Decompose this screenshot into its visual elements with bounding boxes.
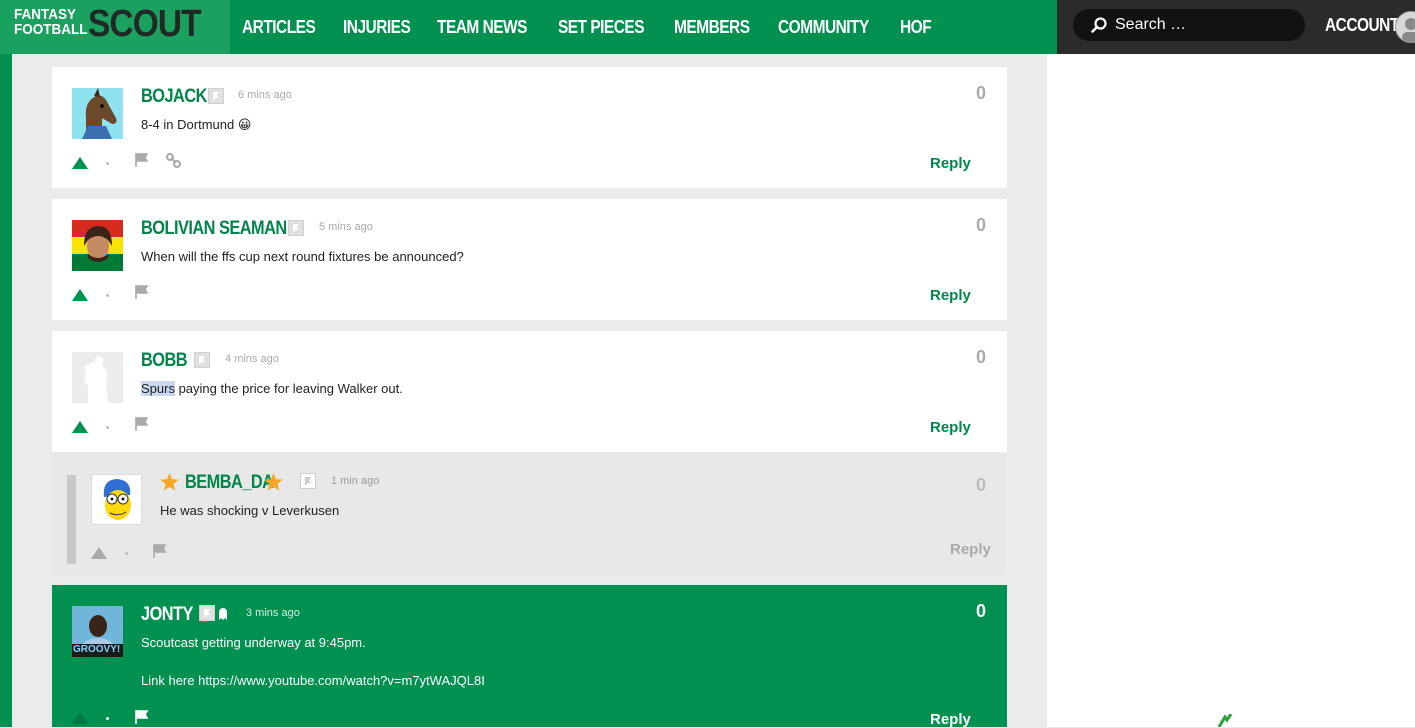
flag-icon[interactable] <box>135 285 151 299</box>
member-badge-icon <box>288 220 304 236</box>
comment-time: 6 mins ago <box>238 89 292 101</box>
upvote-icon[interactable] <box>72 421 88 433</box>
separator-dot <box>125 552 128 555</box>
comment-score: 0 <box>976 83 987 103</box>
comment-time: 5 mins ago <box>319 221 373 233</box>
flag-icon[interactable] <box>135 153 151 167</box>
comment-username[interactable]: BOJACK <box>141 86 207 108</box>
member-badge-icon <box>300 473 316 489</box>
reply-button[interactable]: Reply <box>930 711 971 728</box>
comment-text: He was shocking v Leverkusen <box>160 503 340 518</box>
separator-dot <box>106 426 109 429</box>
header-right: Search … ACCOUNT <box>1057 0 1415 54</box>
comment-username[interactable]: BOLIVIAN SEAMAN <box>141 218 287 240</box>
comment-username[interactable]: BEMBA_DA <box>185 472 274 494</box>
site-header: FANTASY FOOTBALL SCOUT ARTICLES INJURIES… <box>0 0 1415 54</box>
upvote-icon[interactable] <box>72 289 88 301</box>
thread-line <box>67 475 76 564</box>
upvote-icon[interactable] <box>91 547 107 559</box>
reply-button[interactable]: Reply <box>930 155 971 172</box>
comment-score: 0 <box>976 347 987 367</box>
search-placeholder: Search … <box>1115 16 1187 33</box>
member-badge-icon <box>194 352 210 368</box>
account-menu[interactable]: ACCOUNT <box>1325 15 1399 36</box>
star-icon <box>160 473 179 491</box>
reply-card: BEMBA_DA 1 min ago He was shocking v Lev… <box>52 453 1007 575</box>
reply-button[interactable]: Reply <box>950 541 991 558</box>
search-icon <box>1091 17 1107 33</box>
avatar-caption: GROOVY! <box>73 644 121 655</box>
separator-dot <box>106 294 109 297</box>
flag-icon[interactable] <box>135 417 151 431</box>
avatar[interactable] <box>91 474 142 525</box>
ghost-badge-icon <box>215 605 231 621</box>
nav-hof[interactable]: HOF <box>900 17 932 38</box>
nav-community[interactable]: COMMUNITY <box>778 17 869 38</box>
comment-card-highlighted: GROOVY! JONTY 3 mins ago Scoutcast getti… <box>52 585 1007 728</box>
comment-score: 0 <box>976 215 987 235</box>
comment-text-link[interactable]: Link here https://www.youtube.com/watch?… <box>141 673 485 688</box>
comment-username[interactable]: JONTY <box>141 604 193 626</box>
comment-card: BOBB 4 mins ago Spurs paying the price f… <box>52 331 1007 452</box>
sidebar-decoration-icon <box>1217 714 1233 727</box>
comment-text: Spurs paying the price for leaving Walke… <box>141 381 403 396</box>
comment-card: BOLIVIAN SEAMAN 5 mins ago When will the… <box>52 199 1007 320</box>
upvote-icon[interactable] <box>72 712 88 724</box>
comment-text-rest: paying the price for leaving Walker out. <box>174 381 403 396</box>
comment-text: Scoutcast getting underway at 9:45pm. <box>141 635 366 650</box>
nav-articles[interactable]: ARTICLES <box>242 17 316 38</box>
comment-score: 0 <box>976 475 987 495</box>
avatar[interactable]: GROOVY! <box>72 606 123 657</box>
flag-icon[interactable] <box>153 544 169 558</box>
nav-injuries[interactable]: INJURIES <box>343 17 411 38</box>
right-sidebar <box>1047 54 1415 727</box>
avatar[interactable] <box>72 88 123 139</box>
main-nav: ARTICLES INJURIES TEAM NEWS SET PIECES M… <box>242 0 952 54</box>
comment-time: 4 mins ago <box>225 353 279 365</box>
comment-text: When will the ffs cup next round fixture… <box>141 249 464 264</box>
logo-text-small: FANTASY FOOTBALL <box>14 6 88 38</box>
reply-button[interactable]: Reply <box>930 419 971 436</box>
comment-card: BOJACK 6 mins ago 8-4 in Dortmund 😀 0 Re… <box>52 67 1007 188</box>
member-badge-icon <box>199 605 215 621</box>
nav-team-news[interactable]: TEAM NEWS <box>437 17 527 38</box>
avatar[interactable] <box>72 352 123 403</box>
separator-dot <box>106 717 109 720</box>
comment-time: 3 mins ago <box>246 607 300 619</box>
reply-button[interactable]: Reply <box>930 287 971 304</box>
site-logo[interactable]: FANTASY FOOTBALL SCOUT <box>0 0 230 54</box>
nav-members[interactable]: MEMBERS <box>674 17 750 38</box>
nav-set-pieces[interactable]: SET PIECES <box>558 17 645 38</box>
left-strip <box>0 54 12 727</box>
search-input[interactable]: Search … <box>1073 9 1305 41</box>
link-icon[interactable] <box>166 153 181 168</box>
star-icon <box>264 473 283 491</box>
logo-text-scout: SCOUT <box>88 3 202 45</box>
upvote-icon[interactable] <box>72 157 88 169</box>
selected-text: Spurs <box>141 381 175 396</box>
comment-time: 1 min ago <box>331 475 380 487</box>
flag-icon[interactable] <box>135 710 151 724</box>
separator-dot <box>106 162 109 165</box>
comment-username[interactable]: BOBB <box>141 350 188 372</box>
member-badge-icon <box>208 88 224 104</box>
comment-text: 8-4 in Dortmund 😀 <box>141 117 252 132</box>
avatar[interactable] <box>72 220 123 271</box>
account-avatar[interactable] <box>1395 11 1415 43</box>
comment-score: 0 <box>976 601 987 621</box>
